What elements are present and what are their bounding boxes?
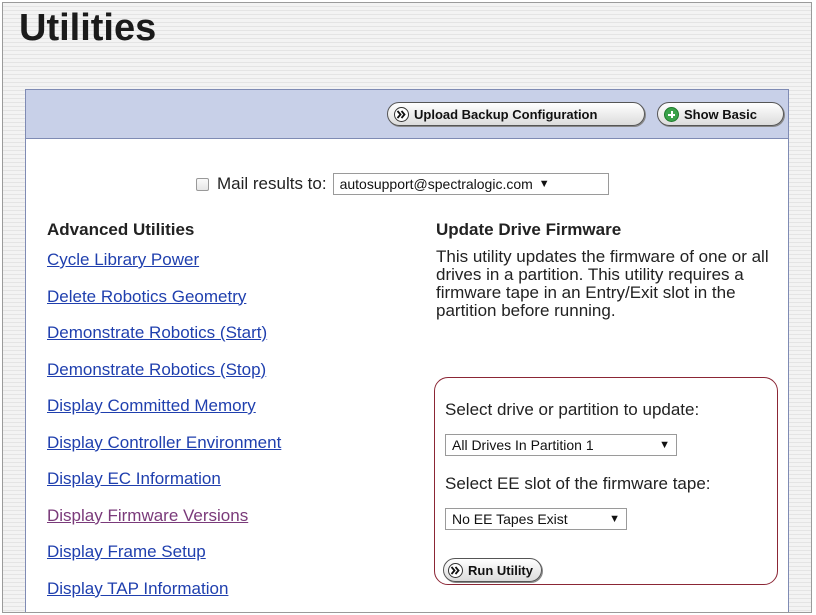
utility-link-item: Cycle Library Power — [47, 250, 281, 287]
mail-results-checkbox[interactable] — [196, 177, 209, 191]
utility-link-item: Demonstrate Robotics (Stop) — [47, 360, 281, 397]
page-title: Utilities — [19, 7, 157, 49]
utility-link[interactable]: Display Firmware Versions — [47, 506, 248, 525]
utility-link[interactable]: Display TAP Information — [47, 579, 228, 598]
utility-link-item: Demonstrate Robotics (Start) — [47, 323, 281, 360]
utility-link-item: Display Controller Environment — [47, 433, 281, 470]
utility-link[interactable]: Display Committed Memory — [47, 396, 256, 415]
mail-recipient-value: autosupport@spectralogic.com — [339, 176, 533, 192]
utility-options-box: Select drive or partition to update: All… — [434, 377, 778, 585]
utility-link[interactable]: Demonstrate Robotics (Start) — [47, 323, 267, 342]
utility-link[interactable]: Display Controller Environment — [47, 433, 281, 452]
caret-down-icon: ▼ — [659, 439, 670, 451]
utility-link[interactable]: Demonstrate Robotics (Stop) — [47, 360, 266, 379]
drive-partition-select[interactable]: All Drives In Partition 1 ▼ — [445, 434, 677, 456]
utility-link-item: Display EC Information — [47, 469, 281, 506]
double-chevron-right-icon — [394, 106, 409, 122]
plus-circle-icon — [664, 106, 679, 122]
window-frame: Utilities Upload Backup Configuration Sh… — [2, 2, 812, 613]
panel-toolbar: Upload Backup Configuration Show Basic — [26, 90, 788, 139]
utility-link[interactable]: Display EC Information — [47, 469, 221, 488]
utility-link-item: Delete Robotics Geometry — [47, 287, 281, 324]
drive-select-label: Select drive or partition to update: — [445, 400, 700, 419]
upload-backup-configuration-button[interactable]: Upload Backup Configuration — [387, 102, 645, 126]
advanced-utilities-heading: Advanced Utilities — [47, 220, 195, 239]
show-basic-button[interactable]: Show Basic — [657, 102, 784, 126]
double-chevron-right-icon — [448, 562, 463, 578]
show-basic-label: Show Basic — [684, 106, 757, 122]
run-utility-button[interactable]: Run Utility — [443, 558, 542, 582]
update-drive-firmware-heading: Update Drive Firmware — [436, 220, 622, 239]
utility-link[interactable]: Cycle Library Power — [47, 250, 199, 269]
ee-slot-value: No EE Tapes Exist — [452, 511, 568, 527]
caret-down-icon: ▼ — [538, 178, 550, 190]
utility-link-item: Display TAP Information — [47, 579, 281, 613]
utility-link-item: Display Frame Setup — [47, 542, 281, 579]
utility-link[interactable]: Display Frame Setup — [47, 542, 206, 561]
caret-down-icon: ▼ — [609, 513, 620, 525]
utilities-panel: Upload Backup Configuration Show Basic M… — [25, 89, 789, 613]
utility-link-item: Display Firmware Versions — [47, 506, 281, 543]
run-utility-label: Run Utility — [468, 562, 533, 578]
utility-link[interactable]: Delete Robotics Geometry — [47, 287, 246, 306]
advanced-utilities-list: Cycle Library Power Delete Robotics Geome… — [47, 250, 281, 613]
mail-results-row: Mail results to: autosupport@spectralogi… — [196, 172, 609, 196]
ee-slot-label: Select EE slot of the firmware tape: — [445, 474, 711, 493]
utility-link-item: Display Committed Memory — [47, 396, 281, 433]
drive-partition-value: All Drives In Partition 1 — [452, 437, 594, 453]
mail-recipient-select[interactable]: autosupport@spectralogic.com ▼ — [332, 173, 609, 195]
ee-slot-select[interactable]: No EE Tapes Exist ▼ — [445, 508, 627, 530]
utility-description: This utility updates the firmware of one… — [436, 247, 769, 320]
mail-results-label: Mail results to: — [217, 174, 327, 193]
upload-backup-configuration-label: Upload Backup Configuration — [414, 106, 598, 122]
